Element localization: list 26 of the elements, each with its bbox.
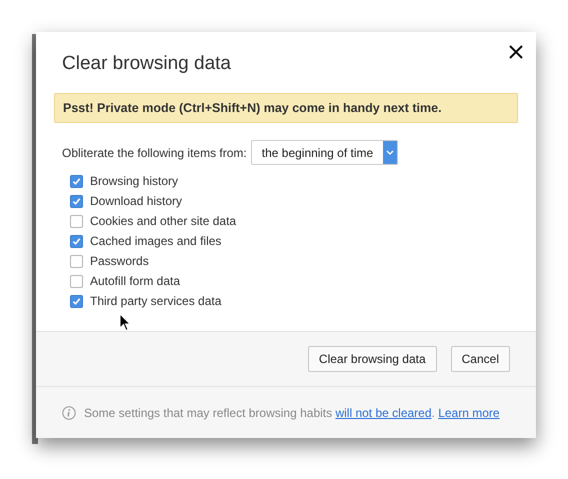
option-label: Third party services data bbox=[90, 294, 222, 308]
checkbox[interactable] bbox=[70, 294, 83, 308]
tip-banner: Psst! Private mode (Ctrl+Shift+N) may come in handy next time. bbox=[54, 93, 518, 123]
checkbox[interactable] bbox=[70, 234, 83, 248]
close-icon[interactable] bbox=[508, 44, 524, 60]
option-label: Cookies and other site data bbox=[90, 214, 236, 228]
link[interactable]: Learn more bbox=[438, 406, 500, 420]
checkbox[interactable] bbox=[70, 174, 83, 188]
footer-note: Some settings that may reflect browsing habits will not be cleared. Learn more bbox=[84, 404, 500, 422]
option-label: Passwords bbox=[90, 254, 149, 268]
time-range-dropdown[interactable]: the beginning of time bbox=[250, 140, 398, 165]
dialog-button[interactable]: Clear browsing data bbox=[308, 346, 437, 372]
range-label: Obliterate the following items from: bbox=[62, 144, 247, 162]
checkbox[interactable] bbox=[70, 274, 83, 288]
chevron-down-icon bbox=[383, 141, 398, 164]
checkbox[interactable] bbox=[70, 214, 83, 228]
checkbox[interactable] bbox=[70, 194, 83, 208]
link[interactable]: will not be cleared bbox=[335, 406, 432, 420]
option-label: Download history bbox=[90, 194, 182, 208]
option-label: Browsing history bbox=[90, 174, 178, 188]
dialog-title: Clear browsing data bbox=[62, 52, 232, 76]
option-label: Autofill form data bbox=[90, 274, 180, 288]
option-label: Cached images and files bbox=[90, 234, 222, 248]
dialog-button[interactable]: Cancel bbox=[450, 346, 510, 372]
checkbox[interactable] bbox=[70, 254, 83, 268]
info-icon bbox=[62, 406, 76, 420]
